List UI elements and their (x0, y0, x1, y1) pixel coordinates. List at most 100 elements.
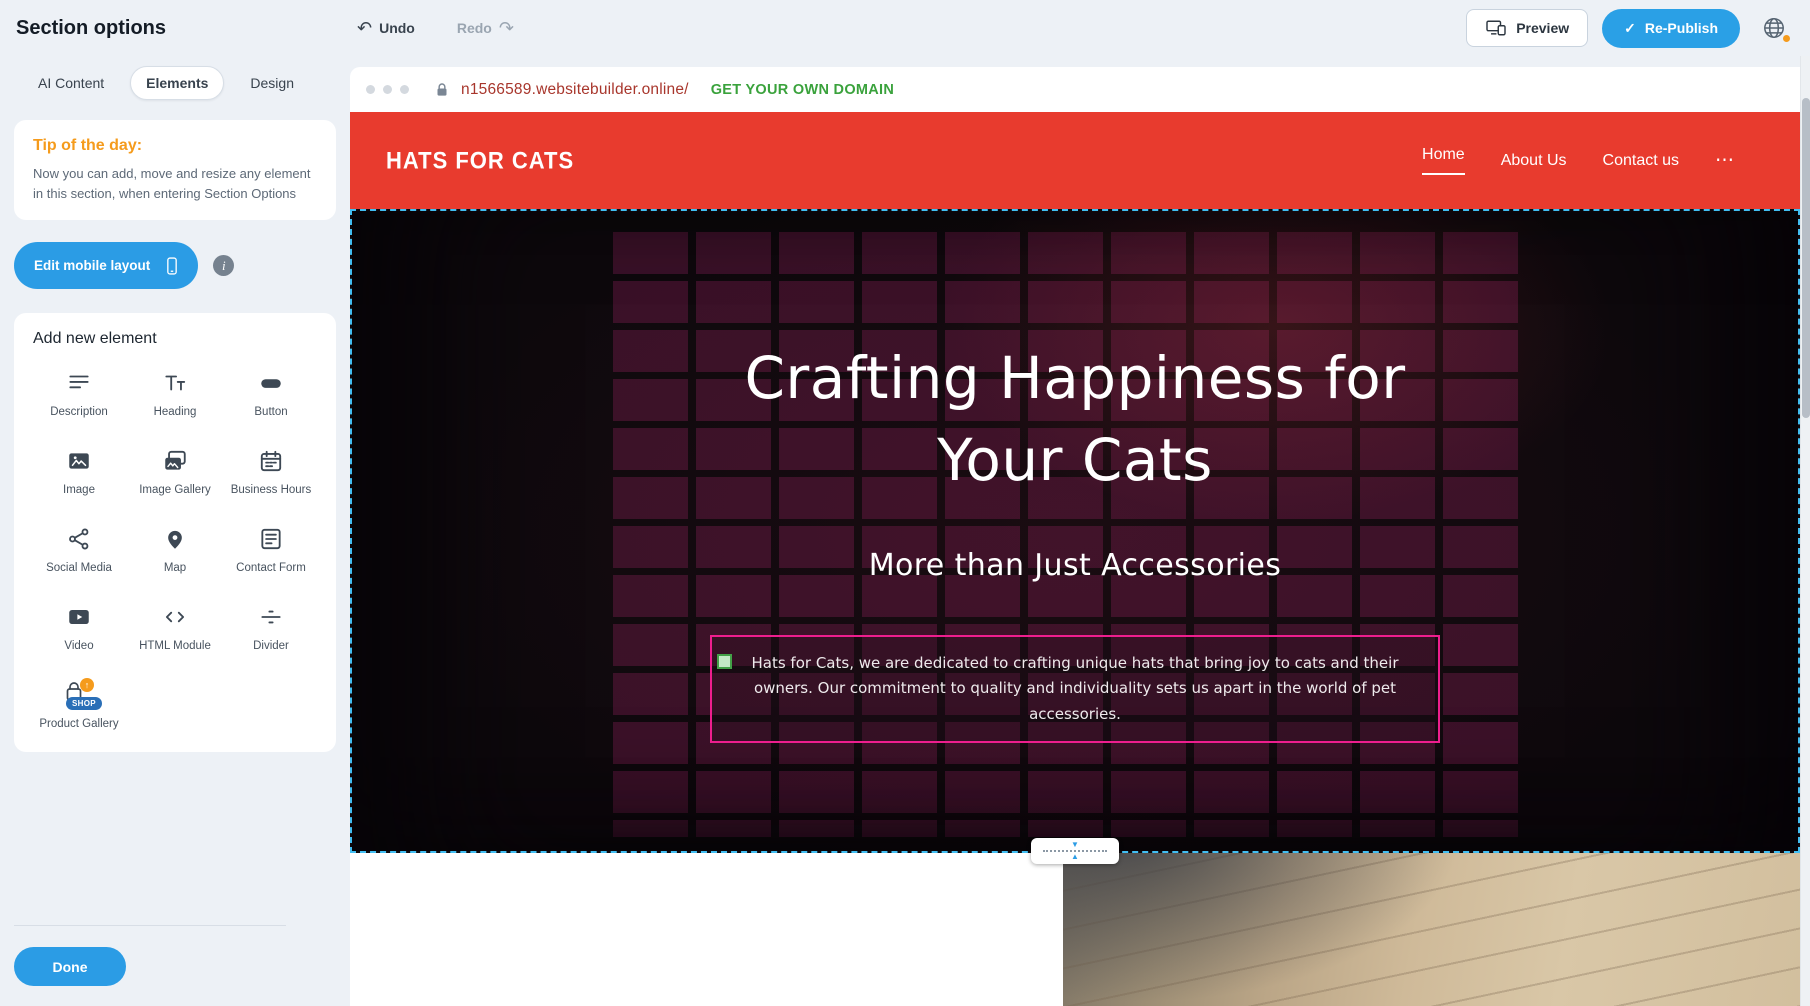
heading-icon (162, 369, 188, 397)
share-icon (66, 525, 92, 553)
site-header: HATS FOR CATS Home About Us Contact us ⋯ (350, 112, 1800, 209)
element-label: Button (254, 405, 287, 421)
hero-title[interactable]: Crafting Happiness for Your Cats (352, 337, 1798, 502)
tip-title: Tip of the day: (33, 137, 317, 155)
panel-tabs: AI Content Elements Design (0, 56, 350, 112)
tip-body: Now you can add, move and resize any ele… (33, 164, 317, 203)
hero-content: Crafting Happiness for Your Cats More th… (352, 211, 1798, 743)
section-height-handle[interactable]: ▼ ▲ (1031, 838, 1119, 864)
language-globe-button[interactable] (1754, 8, 1794, 48)
element-label: Divider (253, 639, 289, 655)
info-icon[interactable]: i (213, 255, 234, 276)
tab-design[interactable]: Design (234, 66, 310, 100)
editor-canvas: n1566589.websitebuilder.online/ GET YOUR… (350, 56, 1810, 1006)
redo-button[interactable]: Redo ↷ (451, 17, 520, 40)
edit-mobile-label: Edit mobile layout (34, 258, 150, 273)
site-url: n1566589.websitebuilder.online/ (461, 81, 689, 99)
arrow-down-icon: ▼ (1071, 841, 1079, 849)
tab-elements[interactable]: Elements (130, 66, 224, 100)
window-dot (400, 85, 409, 94)
element-label: Image (63, 483, 95, 499)
add-element-business-hours[interactable]: Business Hours (225, 442, 317, 508)
browser-chrome: n1566589.websitebuilder.online/ GET YOUR… (350, 67, 1800, 112)
topbar: Section options ↶ Undo Redo ↷ Preview ✓ … (0, 0, 1810, 56)
redo-label: Redo (457, 20, 492, 36)
hero-title-line2: Your Cats (937, 426, 1213, 494)
hero-subtitle[interactable]: More than Just Accessories (352, 548, 1798, 583)
element-label: Map (164, 561, 186, 577)
nav-more-icon[interactable]: ⋯ (1715, 149, 1736, 172)
element-label: Video (64, 639, 93, 655)
republish-button[interactable]: ✓ Re-Publish (1602, 9, 1740, 48)
hero-section-selected[interactable]: Crafting Happiness for Your Cats More th… (350, 209, 1800, 853)
divider-icon (258, 603, 284, 631)
preview-label: Preview (1516, 20, 1569, 36)
code-icon (162, 603, 188, 631)
arrow-up-icon: ▲ (1071, 853, 1079, 861)
undo-label: Undo (379, 20, 415, 36)
page-title: Section options (16, 17, 166, 40)
nav-home[interactable]: Home (1422, 146, 1465, 175)
undo-button[interactable]: ↶ Undo (351, 17, 421, 40)
next-section[interactable] (350, 853, 1800, 1006)
section-options-panel: AI Content Elements Design Tip of the da… (0, 56, 350, 1006)
element-label: Contact Form (236, 561, 306, 577)
check-icon: ✓ (1624, 20, 1636, 37)
calendar-icon (258, 447, 284, 475)
image-icon (66, 447, 92, 475)
add-element-description[interactable]: Description (33, 364, 125, 430)
nav-contact-us[interactable]: Contact us (1603, 152, 1679, 170)
selected-paragraph-element[interactable]: Hats for Cats, we are dedicated to craft… (710, 635, 1440, 744)
element-label: Business Hours (231, 483, 312, 499)
preview-button[interactable]: Preview (1466, 9, 1588, 47)
add-element-contact-form[interactable]: Contact Form (225, 520, 317, 586)
undo-icon: ↶ (357, 18, 372, 39)
nav-about-us[interactable]: About Us (1501, 152, 1567, 170)
get-your-own-domain-link[interactable]: GET YOUR OWN DOMAIN (711, 82, 894, 98)
lock-icon (433, 81, 451, 99)
shop-badge-dot: ↑ (80, 678, 94, 692)
element-label: Social Media (46, 561, 112, 577)
page-scrollbar[interactable] (1800, 56, 1810, 1006)
window-dot (366, 85, 375, 94)
window-dots (366, 85, 409, 94)
site-logo[interactable]: HATS FOR CATS (386, 146, 574, 174)
add-element-video[interactable]: Video (33, 598, 125, 664)
add-element-social-media[interactable]: Social Media (33, 520, 125, 586)
scrollbar-thumb[interactable] (1802, 98, 1810, 418)
hero-title-line1: Crafting Happiness for (744, 344, 1405, 412)
notification-dot (1783, 35, 1790, 42)
add-element-map[interactable]: Map (129, 520, 221, 586)
video-icon (66, 603, 92, 631)
shop-badge: SHOP (66, 697, 102, 710)
element-drag-handle[interactable] (717, 654, 732, 669)
tab-ai-content[interactable]: AI Content (22, 66, 120, 100)
shop-icon: ↑ SHOP (62, 681, 96, 709)
sidebar-divider (14, 925, 286, 926)
map-pin-icon (162, 525, 188, 553)
devices-icon (1485, 19, 1507, 37)
image-gallery-icon (162, 447, 188, 475)
element-label: HTML Module (139, 639, 211, 655)
add-element-html-module[interactable]: HTML Module (129, 598, 221, 664)
window-dot (383, 85, 392, 94)
button-icon (258, 369, 284, 397)
add-element-image[interactable]: Image (33, 442, 125, 508)
element-label: Product Gallery (39, 717, 118, 733)
edit-mobile-row: Edit mobile layout i (14, 242, 336, 289)
hero-paragraph: Hats for Cats, we are dedicated to craft… (738, 651, 1412, 728)
edit-mobile-layout-button[interactable]: Edit mobile layout (14, 242, 198, 289)
done-button[interactable]: Done (14, 947, 126, 986)
add-element-divider[interactable]: Divider (225, 598, 317, 664)
add-element-button[interactable]: Button (225, 364, 317, 430)
element-grid: Description Heading Button (33, 364, 317, 742)
phone-icon (162, 253, 182, 279)
republish-label: Re-Publish (1645, 20, 1718, 36)
add-element-heading[interactable]: Heading (129, 364, 221, 430)
add-new-element-title: Add new element (33, 330, 317, 348)
form-icon (258, 525, 284, 553)
tip-of-the-day-card: Tip of the day: Now you can add, move an… (14, 120, 336, 220)
add-element-image-gallery[interactable]: Image Gallery (129, 442, 221, 508)
add-element-product-gallery[interactable]: ↑ SHOP Product Gallery (33, 676, 125, 742)
text-lines-icon (66, 369, 92, 397)
